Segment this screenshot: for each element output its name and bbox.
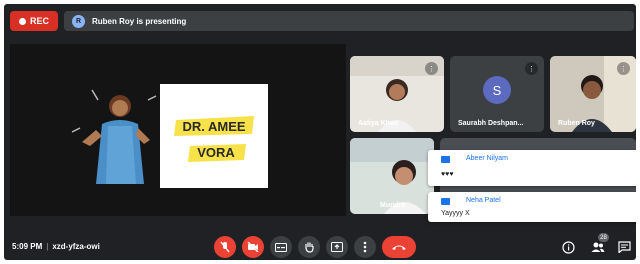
chat-sender: Neha Patel <box>466 197 501 204</box>
participant-tile[interactable]: Mundra <box>350 138 434 214</box>
more-options-button[interactable] <box>354 236 376 258</box>
present-button[interactable] <box>326 236 348 258</box>
end-call-icon <box>392 245 406 250</box>
participant-tile[interactable]: S ⋮ Saurabh Deshpan... <box>450 56 544 132</box>
meet-window: REC R Ruben Roy is presenting DR. AMEE V… <box>4 4 636 260</box>
record-dot-icon <box>18 17 26 25</box>
chat-icon <box>617 241 631 253</box>
chat-notification[interactable]: Abeer Nilyam ♥♥♥ <box>428 150 636 186</box>
slide-title-line1: DR. AMEE <box>182 119 245 134</box>
mic-toggle-button[interactable] <box>214 236 236 258</box>
mic-muted-icon: ⋮ <box>425 62 438 75</box>
participant-tile[interactable]: ⋮ Ruben Roy <box>550 56 636 132</box>
presenting-text: Ruben Roy is presenting <box>92 16 187 26</box>
participant-name: Aaliya Khan <box>358 120 399 127</box>
slide-title-card <box>160 84 268 188</box>
presenting-banner: R Ruben Roy is presenting <box>64 11 634 31</box>
raise-hand-button[interactable] <box>298 236 320 258</box>
meeting-separator: | <box>46 242 49 251</box>
end-call-button[interactable] <box>382 236 416 258</box>
participant-name: Saurabh Deshpan... <box>458 120 524 127</box>
mic-muted-icon: ⋮ <box>525 62 538 75</box>
camera-off-icon <box>247 242 259 252</box>
presentation-area[interactable]: DR. AMEE VORA <box>10 44 346 216</box>
participant-name: Ruben Roy <box>558 120 595 127</box>
captions-icon <box>275 242 287 252</box>
present-icon <box>331 242 343 252</box>
meeting-details-button[interactable] <box>560 239 576 255</box>
rec-label: REC <box>29 16 49 26</box>
slide-title-line2: VORA <box>197 145 235 160</box>
participant-name: Mundra <box>380 202 406 209</box>
chat-message: Yayyyy X <box>441 210 470 217</box>
meeting-info: 5:09 PM | xzd-yfza-owi <box>12 242 100 251</box>
participant-avatar: S <box>483 76 511 104</box>
mic-muted-icon: ⋮ <box>617 62 630 75</box>
chat-bubble-icon <box>441 198 450 205</box>
raise-hand-icon <box>304 242 314 253</box>
chat-bubble-icon <box>441 156 450 163</box>
presenter-avatar: R <box>72 14 85 28</box>
meeting-time: 5:09 PM <box>12 242 43 251</box>
people-icon <box>591 242 605 252</box>
people-count-badge: 28 <box>598 233 609 242</box>
presentation-slide: DR. AMEE VORA <box>10 44 346 216</box>
chat-message: ♥♥♥ <box>441 171 454 178</box>
chat-sender: Abeer Nilyam <box>466 155 509 162</box>
mic-off-icon <box>220 241 230 253</box>
info-icon <box>561 240 575 254</box>
participant-tile[interactable]: ⋮ Aaliya Khan <box>350 56 444 132</box>
captions-button[interactable] <box>270 236 292 258</box>
chat-notification[interactable]: Neha Patel Yayyyy X <box>428 192 636 222</box>
chat-button[interactable] <box>616 239 632 255</box>
more-icon <box>363 241 367 253</box>
meeting-code: xzd-yfza-owi <box>52 242 100 251</box>
camera-toggle-button[interactable] <box>242 236 264 258</box>
recording-indicator: REC <box>10 11 58 31</box>
